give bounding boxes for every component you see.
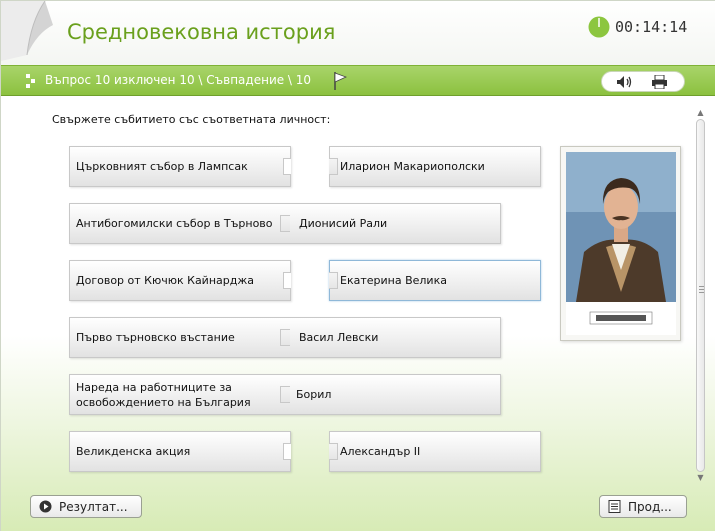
play-icon xyxy=(39,500,52,513)
person-label: Борил xyxy=(296,388,332,401)
list-icon xyxy=(608,500,621,513)
connector-notch xyxy=(283,272,291,289)
scrollbar-thumb[interactable] xyxy=(696,119,705,472)
person-tile-selected[interactable]: Екатерина Велика xyxy=(329,260,541,301)
timer-display: 00:14:14 xyxy=(615,18,688,36)
result-button[interactable]: Резултат... xyxy=(30,495,142,518)
result-button-label: Резултат... xyxy=(59,499,128,514)
event-label: Първо търновско въстание xyxy=(76,331,235,344)
grip-icon xyxy=(699,286,704,293)
next-button-label: Прод... xyxy=(628,499,672,514)
person-label: Васил Левски xyxy=(299,331,379,344)
event-label: Антибогомилски събор в Търново xyxy=(76,217,273,230)
connector-notch xyxy=(283,158,291,175)
page-title: Средновековна история xyxy=(67,20,336,44)
question-bar: Въпрос 10 изключен 10 \ Съвпадение \ 10 xyxy=(1,65,715,96)
tools-group xyxy=(601,71,685,92)
connector-tab xyxy=(329,272,338,289)
person-label: Иларион Макариополски xyxy=(340,160,485,173)
connector-tab xyxy=(280,215,290,232)
flag-icon[interactable] xyxy=(333,71,347,91)
page-curl-decoration xyxy=(1,1,53,61)
connector-tab xyxy=(329,158,338,175)
next-button[interactable]: Прод... xyxy=(599,495,687,518)
person-tile[interactable]: Иларион Макариополски xyxy=(329,146,541,187)
person-label: Дионисий Рали xyxy=(299,217,388,230)
event-label: Нареда на работниците за освобождението … xyxy=(76,380,251,409)
connector-tab xyxy=(280,329,290,346)
portrait-illustration xyxy=(566,152,676,335)
person-label: Екатерина Велика xyxy=(340,274,447,287)
matched-pair-tile[interactable]: Антибогомилски събор в Търново Дионисий … xyxy=(69,203,501,244)
timer-icon xyxy=(588,16,610,38)
header: Средновековна история 00:14:14 xyxy=(1,1,715,65)
scroll-down-icon[interactable]: ▼ xyxy=(695,473,706,483)
connector-tab xyxy=(329,443,338,460)
event-tile[interactable]: Великденска акция xyxy=(69,431,291,472)
speaker-icon[interactable] xyxy=(616,75,634,89)
matched-pair-tile[interactable]: Първо търновско въстание Васил Левски xyxy=(69,317,501,358)
event-tile[interactable]: Договор от Кючюк Кайнарджа xyxy=(69,260,291,301)
event-label: Църковният събор в Лампсак xyxy=(76,160,248,173)
printer-icon[interactable] xyxy=(651,75,668,89)
vertical-scrollbar[interactable]: ▲ ▼ xyxy=(695,108,706,483)
person-label: Александър II xyxy=(340,445,421,458)
event-label: Великденска акция xyxy=(76,445,191,458)
connector-notch xyxy=(283,443,291,460)
question-info: Въпрос 10 изключен 10 \ Съвпадение \ 10 xyxy=(45,73,312,87)
instruction-text: Свържете събитието със съответната лично… xyxy=(52,113,331,126)
scroll-up-icon[interactable]: ▲ xyxy=(695,108,706,118)
person-tile[interactable]: Александър II xyxy=(329,431,541,472)
matched-pair-tile[interactable]: Нареда на работниците за освобождението … xyxy=(69,374,501,415)
event-tile[interactable]: Църковният събор в Лампсак xyxy=(69,146,291,187)
connector-tab xyxy=(280,386,290,403)
drag-handle-icon xyxy=(26,74,35,88)
portrait-image xyxy=(560,146,681,341)
quiz-window: Средновековна история 00:14:14 Въпрос 10… xyxy=(0,0,715,531)
event-label: Договор от Кючюк Кайнарджа xyxy=(76,274,254,287)
question-content: Свържете събитието със съответната лично… xyxy=(1,96,715,531)
